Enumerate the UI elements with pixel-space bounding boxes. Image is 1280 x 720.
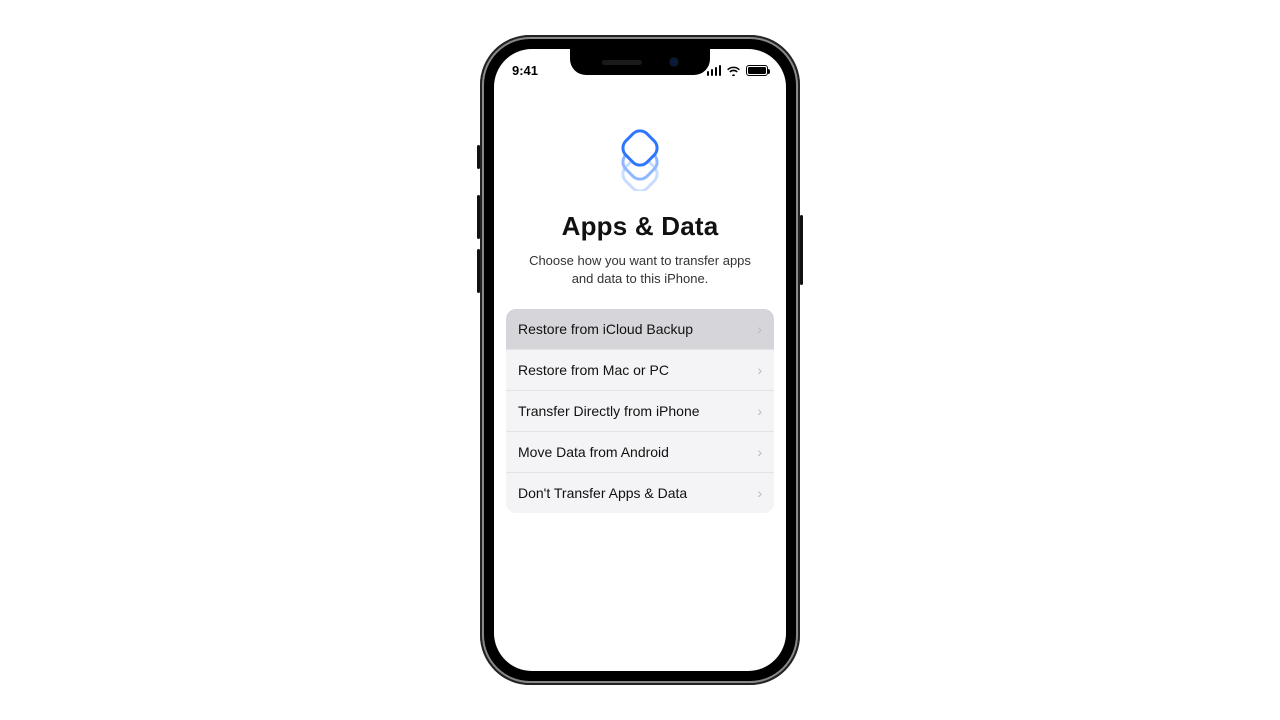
page-title: Apps & Data xyxy=(506,211,774,242)
chevron-right-icon: › xyxy=(757,404,762,418)
wifi-icon xyxy=(726,65,741,76)
option-transfer-iphone[interactable]: Transfer Directly from iPhone › xyxy=(506,390,774,431)
notch xyxy=(570,49,710,75)
power-button xyxy=(800,215,803,285)
option-label: Restore from Mac or PC xyxy=(518,362,669,378)
option-dont-transfer[interactable]: Don't Transfer Apps & Data › xyxy=(506,472,774,513)
mute-switch xyxy=(477,145,480,169)
setup-content: Apps & Data Choose how you want to trans… xyxy=(494,85,786,513)
battery-icon xyxy=(746,65,768,76)
speaker-grille xyxy=(602,60,642,65)
chevron-right-icon: › xyxy=(757,445,762,459)
option-label: Move Data from Android xyxy=(518,444,669,460)
option-label: Don't Transfer Apps & Data xyxy=(518,485,687,501)
chevron-right-icon: › xyxy=(757,486,762,500)
option-restore-mac-pc[interactable]: Restore from Mac or PC › xyxy=(506,349,774,390)
chevron-right-icon: › xyxy=(757,322,762,336)
status-right xyxy=(707,65,769,76)
option-move-from-android[interactable]: Move Data from Android › xyxy=(506,431,774,472)
iphone-frame: 9:41 xyxy=(480,35,800,685)
cellular-signal-icon xyxy=(707,65,722,76)
transfer-option-list: Restore from iCloud Backup › Restore fro… xyxy=(506,309,774,513)
chevron-right-icon: › xyxy=(757,363,762,377)
status-time: 9:41 xyxy=(512,63,538,78)
option-restore-icloud[interactable]: Restore from iCloud Backup › xyxy=(506,309,774,349)
volume-down-button xyxy=(477,249,480,293)
front-camera xyxy=(670,58,678,66)
option-label: Restore from iCloud Backup xyxy=(518,321,693,337)
apps-data-icon xyxy=(506,125,774,191)
page-subtitle: Choose how you want to transfer apps and… xyxy=(520,252,760,287)
phone-screen: 9:41 xyxy=(494,49,786,671)
volume-up-button xyxy=(477,195,480,239)
option-label: Transfer Directly from iPhone xyxy=(518,403,700,419)
